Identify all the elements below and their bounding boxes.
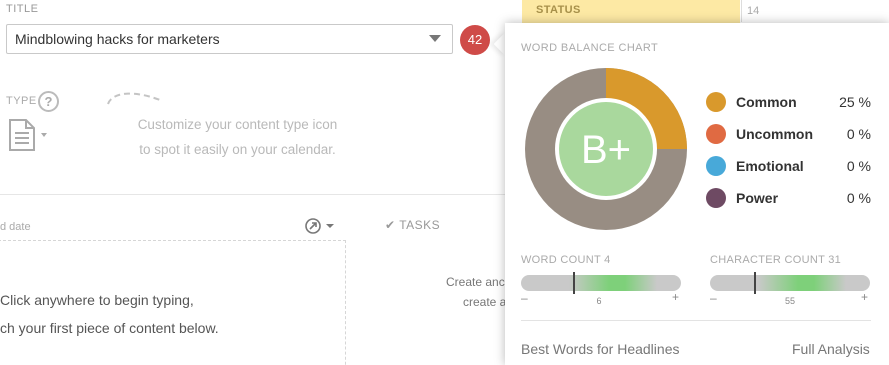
legend-item-uncommon: Uncommon 0 %: [706, 124, 874, 144]
character-count-minus: –: [710, 291, 717, 305]
tasks-placeholder-line-1: Create anc: [446, 275, 505, 289]
tasks-placeholder-line-2: create a: [463, 295, 507, 309]
title-label: TITLE: [6, 3, 39, 15]
character-count-bar: [710, 275, 870, 291]
status-label: STATUS: [536, 4, 581, 16]
tasks-label: TASKS: [399, 218, 441, 232]
dashed-arrow-icon: [107, 92, 161, 105]
title-dropdown-icon[interactable]: [429, 35, 441, 42]
share-dropdown-icon[interactable]: [305, 217, 337, 235]
legend-percent: 25 %: [839, 94, 871, 110]
best-words-link[interactable]: Best Words for Headlines: [521, 341, 679, 357]
grade-text: B+: [581, 128, 631, 172]
legend-percent: 0 %: [846, 190, 871, 206]
legend-name: Power: [736, 190, 779, 206]
content-type-document-icon[interactable]: [8, 118, 53, 154]
date-label[interactable]: d date: [0, 221, 31, 233]
type-label: TYPE: [6, 95, 37, 107]
calendar-day: 14: [747, 5, 760, 17]
type-hint-text: Customize your content type icon to spot…: [110, 112, 365, 162]
word-balance-donut-chart: B+: [525, 68, 687, 230]
legend-percent: 0 %: [846, 158, 871, 174]
editor-placeholder: Click anywhere to begin typing, ch your …: [0, 286, 219, 342]
title-input[interactable]: Mindblowing hacks for marketers: [6, 24, 453, 54]
editor-placeholder-line-2: ch your first piece of content below.: [0, 320, 219, 336]
type-help-icon[interactable]: ?: [38, 91, 59, 112]
type-hint-line-1: Customize your content type icon: [137, 117, 338, 132]
legend-name: Uncommon: [736, 126, 813, 142]
legend-item-power: Power 0 %: [706, 188, 874, 208]
word-count-marker: [573, 272, 576, 294]
editor-placeholder-line-1: Click anywhere to begin typing,: [0, 292, 194, 308]
type-hint-line-2: to spot it easily on your calendar.: [139, 142, 336, 157]
legend-dot: [706, 188, 726, 208]
character-count-plus: +: [861, 290, 869, 304]
character-count-label: CHARACTER COUNT 31: [710, 254, 842, 266]
legend-dot: [706, 156, 726, 176]
word-count-target: 6: [596, 296, 602, 306]
word-count-bar: [521, 275, 681, 291]
legend-percent: 0 %: [846, 126, 871, 142]
tasks-placeholder: Create anc create a: [446, 272, 506, 312]
legend-item-emotional: Emotional 0 %: [706, 156, 874, 176]
character-count-marker: [754, 272, 757, 294]
word-count-minus: –: [521, 291, 528, 305]
legend-name: Emotional: [736, 158, 804, 174]
check-icon: ✔: [385, 218, 396, 232]
word-count-label: WORD COUNT 4: [521, 254, 611, 266]
calendar-divider: [741, 0, 742, 22]
word-count-plus: +: [672, 290, 680, 304]
tasks-tab[interactable]: ✔ TASKS: [385, 218, 440, 232]
legend-name: Common: [736, 94, 797, 110]
section-divider: [0, 194, 505, 195]
popover-divider: [521, 320, 871, 321]
headline-score-badge[interactable]: 42: [460, 25, 490, 55]
word-balance-heading: WORD BALANCE CHART: [521, 42, 659, 54]
legend-dot: [706, 124, 726, 144]
legend-item-common: Common 25 %: [706, 92, 874, 112]
full-analysis-link[interactable]: Full Analysis: [792, 341, 870, 357]
character-count-target: 55: [784, 296, 795, 306]
legend-dot: [706, 92, 726, 112]
